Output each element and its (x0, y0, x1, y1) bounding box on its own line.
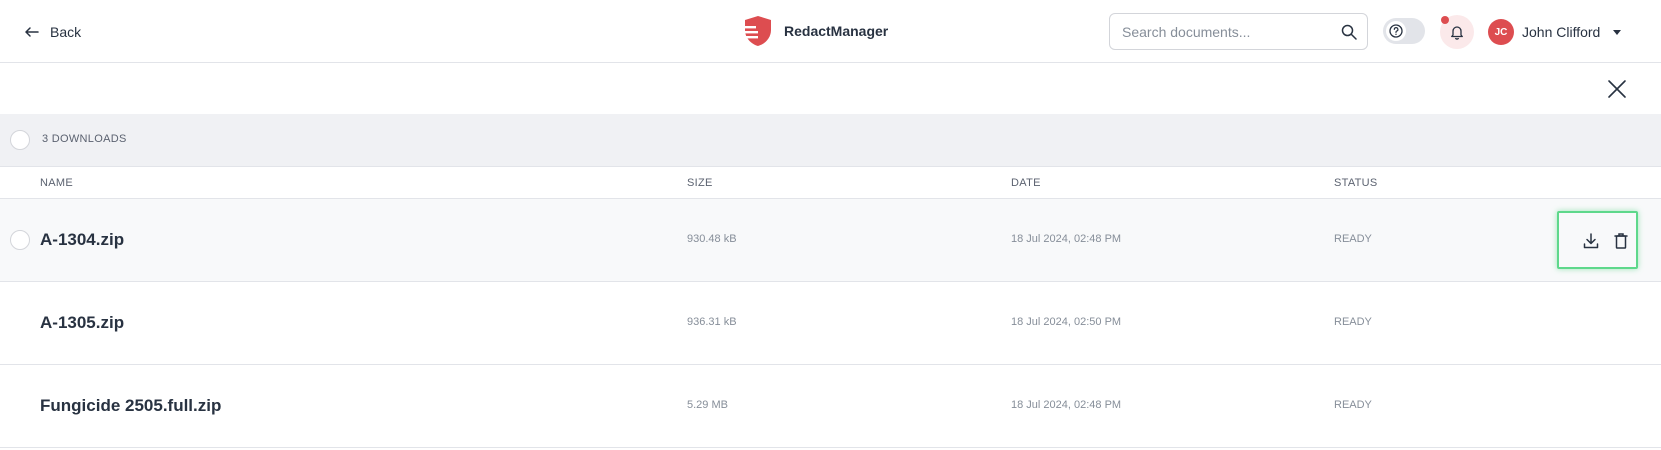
downloads-count: 3 DOWNLOADS (42, 133, 127, 145)
close-icon[interactable] (1606, 78, 1628, 100)
download-icon[interactable] (1581, 231, 1601, 251)
row-checkbox[interactable] (10, 230, 30, 250)
table-header: NAME SIZE DATE STATUS (0, 167, 1661, 199)
select-all-checkbox[interactable] (10, 130, 30, 150)
table-row[interactable]: Fungicide 2505.full.zip 5.29 MB 18 Jul 2… (0, 365, 1661, 448)
file-date: 18 Jul 2024, 02:48 PM (1011, 399, 1122, 411)
back-button[interactable]: Back (24, 20, 81, 44)
column-header-size[interactable]: SIZE (687, 177, 713, 189)
chevron-down-icon (1613, 30, 1622, 35)
notifications-button[interactable] (1440, 15, 1474, 49)
file-status: READY (1334, 233, 1372, 245)
top-header: Back RedactManager Search documents... J… (0, 0, 1661, 63)
shield-logo-icon (742, 16, 771, 46)
file-status: READY (1334, 399, 1372, 411)
file-date: 18 Jul 2024, 02:50 PM (1011, 316, 1122, 328)
help-icon (1389, 24, 1403, 38)
trash-icon[interactable] (1611, 231, 1631, 251)
avatar: JC (1488, 19, 1514, 45)
file-date: 18 Jul 2024, 02:48 PM (1011, 233, 1122, 245)
row-actions (1557, 211, 1638, 269)
user-name: John Clifford (1522, 24, 1601, 40)
file-size: 936.31 kB (687, 316, 737, 328)
search-icon[interactable] (1341, 24, 1357, 40)
file-size: 5.29 MB (687, 399, 728, 411)
user-menu[interactable]: JC John Clifford (1488, 19, 1622, 45)
bell-icon (1451, 26, 1463, 40)
search-box[interactable] (1109, 13, 1368, 50)
help-mode-toggle[interactable] (1383, 18, 1425, 44)
back-label: Back (50, 24, 82, 40)
table-row[interactable]: A-1304.zip 930.48 kB 18 Jul 2024, 02:48 … (0, 199, 1661, 282)
notification-dot (1441, 16, 1449, 24)
file-status: READY (1334, 316, 1372, 328)
column-header-status[interactable]: STATUS (1334, 177, 1378, 189)
column-header-date[interactable]: DATE (1011, 177, 1041, 189)
app-name: RedactManager (784, 23, 889, 39)
search-input[interactable] (1110, 14, 1330, 49)
file-name: A-1305.zip (40, 313, 125, 332)
dialog-toolbar (0, 64, 1661, 114)
file-name: Fungicide 2505.full.zip (40, 396, 222, 415)
file-name: A-1304.zip (40, 230, 125, 249)
column-header-name[interactable]: NAME (40, 177, 73, 189)
file-size: 930.48 kB (687, 233, 737, 245)
table-row[interactable]: A-1305.zip 936.31 kB 18 Jul 2024, 02:50 … (0, 282, 1661, 365)
bulk-select-bar: 3 DOWNLOADS (0, 114, 1661, 167)
toggle-knob (1386, 21, 1406, 41)
arrow-left-icon (25, 27, 39, 37)
app-logo[interactable]: RedactManager (742, 14, 888, 48)
